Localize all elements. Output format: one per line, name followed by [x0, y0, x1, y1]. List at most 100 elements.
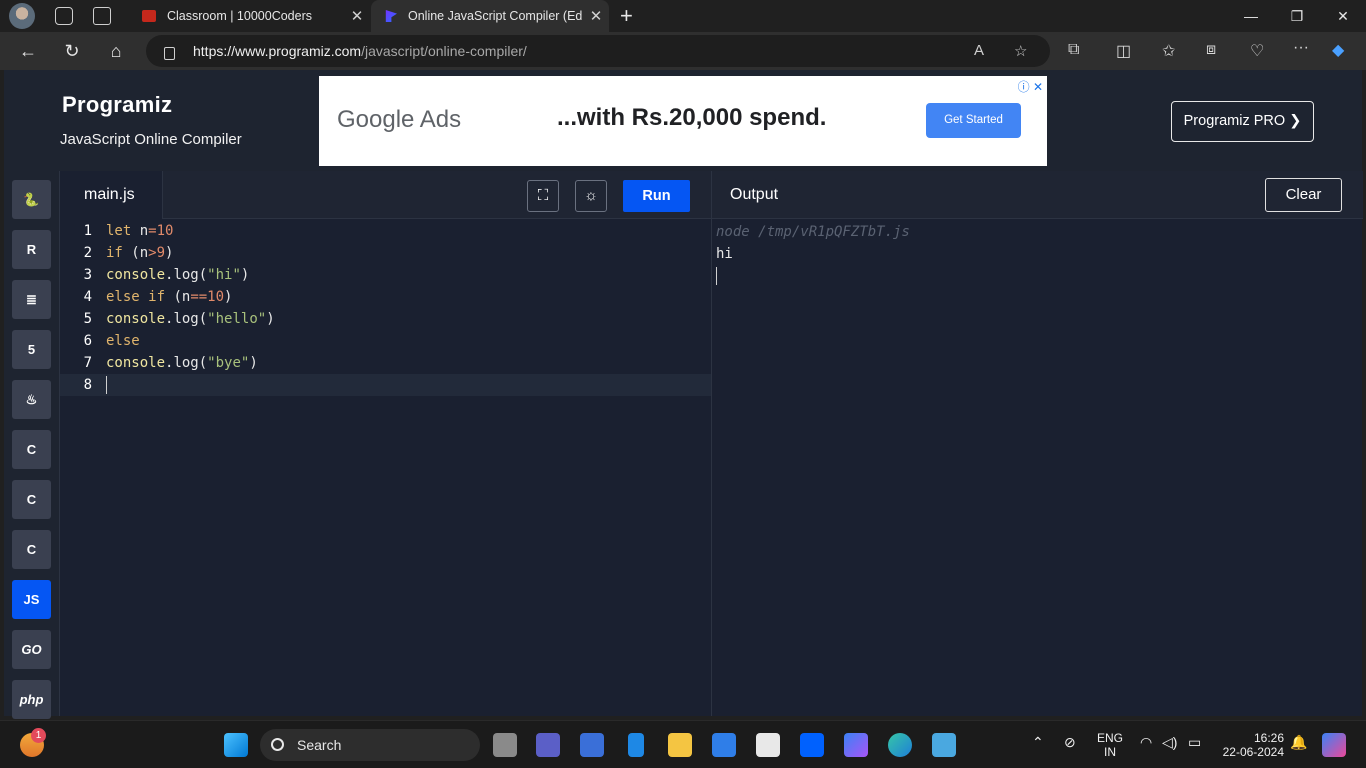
show-hidden-icons-icon[interactable]: ⌃ — [1032, 735, 1044, 749]
browser-essentials-icon[interactable]: ♡ — [1250, 41, 1264, 61]
sql-icon[interactable]: ≣ — [12, 280, 51, 319]
run-command: node /tmp/vR1pQFZTbT.js — [716, 224, 910, 240]
programiz-pro-button[interactable]: Programiz PRO ❯ — [1171, 101, 1314, 142]
line-number: 7 — [83, 355, 92, 371]
output-cursor-line — [716, 265, 910, 287]
code-line[interactable]: 3 console.log("hi") — [60, 264, 711, 286]
text-cursor — [716, 267, 717, 285]
url-domain: https://www.programiz.com — [193, 43, 362, 59]
ad-get-started-button[interactable]: Get Started — [926, 103, 1021, 138]
code-line[interactable]: 1 let n=10 — [60, 220, 711, 242]
home-icon[interactable]: ⌂ — [103, 38, 129, 64]
favorite-star-icon[interactable]: ☆ — [1014, 42, 1027, 60]
favorites-icon[interactable]: ✩ — [1162, 41, 1175, 61]
windows-taskbar: 1 Search ⌃ ⊘ ENG IN ◠ ◁) ▭ 16:26 22-06-2… — [0, 720, 1366, 768]
restore-icon[interactable]: ❐ — [1274, 0, 1320, 32]
tab-actions-icon[interactable] — [93, 7, 111, 25]
programiz-logo[interactable]: Programiz — [62, 92, 172, 118]
line-number: 3 — [83, 267, 92, 283]
fullscreen-icon[interactable]: ⛶ — [527, 180, 559, 212]
extensions-icon[interactable]: ⧉ — [1068, 41, 1079, 59]
copilot-app-icon[interactable] — [844, 733, 868, 757]
task-view-icon[interactable] — [493, 733, 517, 757]
tab-classroom[interactable]: Classroom | 10000Coders ✕ — [130, 0, 370, 32]
url-text[interactable]: https://www.programiz.com/javascript/onl… — [193, 43, 527, 59]
code-area[interactable]: 1 let n=10 2 if (n>9) 3 console.log("hi") 4… — [60, 220, 711, 396]
close-window-icon[interactable]: ✕ — [1320, 0, 1366, 32]
line-number: 4 — [83, 289, 92, 305]
java-icon[interactable]: ♨ — [12, 380, 51, 419]
r-icon[interactable]: R — [12, 230, 51, 269]
close-tab-icon[interactable]: ✕ — [344, 7, 370, 25]
volume-icon[interactable]: ◁) — [1162, 735, 1177, 749]
new-tab-icon[interactable]: + — [620, 3, 633, 29]
search-icon — [271, 738, 284, 751]
output-line: hi — [716, 246, 733, 262]
clock[interactable]: 16:26 22-06-2024 — [1214, 731, 1284, 759]
ad-close-icon[interactable]: ⓘ ✕ — [1018, 78, 1043, 95]
language-indicator[interactable]: ENG IN — [1094, 731, 1126, 759]
edge-icon[interactable] — [888, 733, 912, 757]
notepad-icon[interactable] — [932, 733, 956, 757]
workspaces-icon[interactable] — [55, 7, 73, 25]
tab-programiz[interactable]: Online JavaScript Compiler (Edito ✕ — [371, 0, 609, 32]
clock-date: 22-06-2024 — [1222, 745, 1284, 759]
windows-start-icon[interactable] — [224, 733, 248, 757]
wifi-icon[interactable]: ◠ — [1140, 735, 1152, 749]
page-subtitle: JavaScript Online Compiler — [60, 131, 242, 148]
minimize-icon[interactable]: — — [1228, 0, 1274, 32]
vscode-icon[interactable] — [628, 733, 644, 757]
lock-icon[interactable] — [164, 46, 175, 60]
taskbar-search[interactable]: Search — [260, 729, 480, 761]
csharp-icon[interactable]: C — [12, 530, 51, 569]
profile-avatar[interactable] — [9, 3, 35, 29]
teams-icon[interactable] — [536, 733, 560, 757]
go-icon[interactable]: GO — [12, 630, 51, 669]
python-icon[interactable]: 🐍 — [12, 180, 51, 219]
collections-icon[interactable]: ⧈ — [1206, 41, 1216, 59]
refresh-icon[interactable]: ↻ — [59, 38, 85, 64]
code-line[interactable]: 5 console.log("hello") — [60, 308, 711, 330]
tab-title: Online JavaScript Compiler (Edito — [408, 9, 583, 23]
classroom-favicon-icon — [142, 10, 156, 22]
language-code: ENG — [1096, 731, 1123, 745]
file-tab-main-js[interactable]: main.js — [60, 171, 163, 219]
file-explorer-icon[interactable] — [668, 733, 692, 757]
battery-icon[interactable]: ▭ — [1188, 735, 1201, 749]
close-tab-icon[interactable]: ✕ — [583, 7, 609, 25]
programiz-favicon-icon — [385, 10, 397, 22]
address-bar[interactable]: https://www.programiz.com/javascript/onl… — [146, 35, 1050, 67]
clear-button[interactable]: Clear — [1265, 178, 1342, 212]
back-icon[interactable]: ← — [15, 38, 41, 64]
network-off-icon[interactable]: ⊘ — [1064, 735, 1076, 749]
dropbox-icon[interactable] — [800, 733, 824, 757]
run-button[interactable]: Run — [623, 180, 690, 212]
copilot-preview-icon[interactable] — [1322, 733, 1346, 757]
html5-icon[interactable]: 5 — [12, 330, 51, 369]
code-line[interactable]: 2 if (n>9) — [60, 242, 711, 264]
code-line[interactable]: 7 console.log("bye") — [60, 352, 711, 374]
cpp-icon[interactable]: C — [12, 480, 51, 519]
theme-toggle-icon[interactable]: ☼ — [575, 180, 607, 212]
advertisement-banner[interactable]: Google Ads ...with Rs.20,000 spend. Get … — [319, 76, 1047, 166]
search-label: Search — [297, 737, 342, 753]
clock-time: 16:26 — [1253, 731, 1284, 745]
js-icon[interactable]: JS — [12, 580, 51, 619]
notification-bell-icon[interactable]: 🔔 — [1290, 735, 1307, 749]
c-icon[interactable]: C — [12, 430, 51, 469]
code-line-active[interactable]: 8 — [60, 374, 711, 396]
more-menu-icon[interactable]: ··· — [1293, 39, 1309, 57]
dev-home-icon[interactable] — [580, 733, 604, 757]
window-controls: — ❐ ✕ — [1228, 0, 1366, 32]
copilot-icon[interactable]: ◆ — [1332, 40, 1344, 60]
line-number: 1 — [83, 223, 92, 239]
output-console[interactable]: node /tmp/vR1pQFZTbT.js hi — [716, 221, 910, 287]
code-line[interactable]: 6 else — [60, 330, 711, 352]
read-aloud-icon[interactable]: A — [974, 42, 984, 59]
url-path: /javascript/online-compiler/ — [361, 43, 527, 59]
split-screen-icon[interactable]: ◫ — [1116, 41, 1131, 61]
php-icon[interactable]: php — [12, 680, 51, 719]
mail-icon[interactable] — [712, 733, 736, 757]
microsoft-store-icon[interactable] — [756, 733, 780, 757]
code-line[interactable]: 4 else if (n==10) — [60, 286, 711, 308]
